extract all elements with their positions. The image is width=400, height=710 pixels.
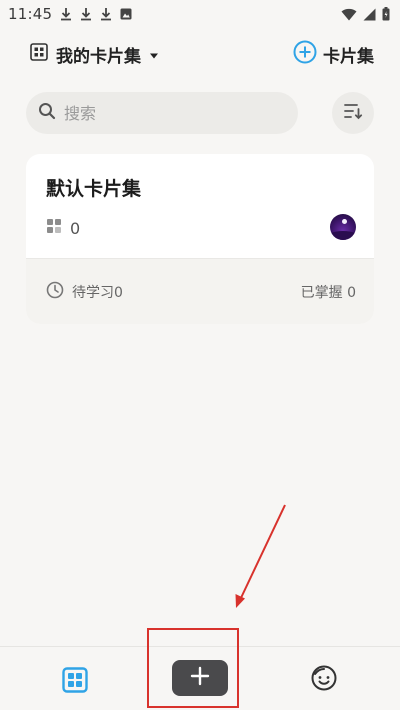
collection-card[interactable]: 默认卡片集 0 待学习0 已掌握 0 bbox=[26, 154, 374, 324]
search-icon bbox=[38, 102, 56, 124]
clock-icon bbox=[46, 281, 64, 303]
card-count-row: 0 bbox=[46, 218, 80, 238]
search-input[interactable] bbox=[64, 103, 264, 123]
status-bar: 11:45 bbox=[0, 0, 400, 28]
search-box[interactable] bbox=[26, 92, 298, 134]
download-icon bbox=[80, 7, 92, 21]
card-top: 默认卡片集 0 bbox=[26, 154, 374, 258]
add-circle-icon bbox=[293, 40, 317, 68]
sort-button[interactable] bbox=[332, 92, 374, 134]
nav-cards-tab[interactable] bbox=[62, 667, 88, 693]
card-stats: 待学习0 已掌握 0 bbox=[26, 258, 374, 324]
card-count: 0 bbox=[70, 218, 81, 238]
battery-icon bbox=[382, 7, 390, 21]
caret-down-icon bbox=[149, 45, 159, 64]
add-collection-label: 卡片集 bbox=[323, 46, 374, 67]
grid-icon bbox=[62, 667, 88, 697]
avatar bbox=[330, 214, 356, 240]
download-icon bbox=[100, 7, 112, 21]
signal-icon bbox=[363, 8, 376, 21]
card-title: 默认卡片集 bbox=[46, 178, 142, 200]
avatar-moon bbox=[342, 219, 347, 224]
collection-grid-icon bbox=[30, 43, 48, 65]
image-icon bbox=[120, 8, 132, 20]
screen: 11:45 我的卡片集 卡片集 搜索 默认卡片集 0 待学习0 已掌握 0 bbox=[0, 0, 400, 710]
pending-stat: 待学习0 bbox=[46, 281, 123, 303]
collection-selector[interactable]: 我的卡片集 bbox=[30, 42, 159, 67]
nav-profile-tab[interactable] bbox=[310, 664, 338, 692]
page-title: 我的卡片集 bbox=[56, 46, 141, 67]
add-card-button[interactable] bbox=[172, 660, 228, 696]
smile-icon bbox=[310, 665, 338, 696]
status-right bbox=[341, 7, 390, 21]
status-time: 11:45 bbox=[8, 5, 53, 23]
cards-grid-icon bbox=[46, 218, 62, 238]
avatar-hill bbox=[330, 231, 356, 240]
add-collection-button[interactable]: 卡片集 bbox=[293, 40, 374, 68]
pending-label: 待学习0 bbox=[72, 284, 123, 301]
search-row bbox=[26, 92, 374, 134]
wifi-icon bbox=[341, 8, 357, 21]
header: 我的卡片集 卡片集 bbox=[0, 36, 400, 72]
download-icon bbox=[60, 7, 72, 21]
plus-icon bbox=[190, 666, 210, 690]
sort-icon bbox=[343, 102, 363, 124]
status-left: 11:45 bbox=[8, 5, 132, 23]
mastered-label: 已掌握 0 bbox=[300, 284, 356, 301]
